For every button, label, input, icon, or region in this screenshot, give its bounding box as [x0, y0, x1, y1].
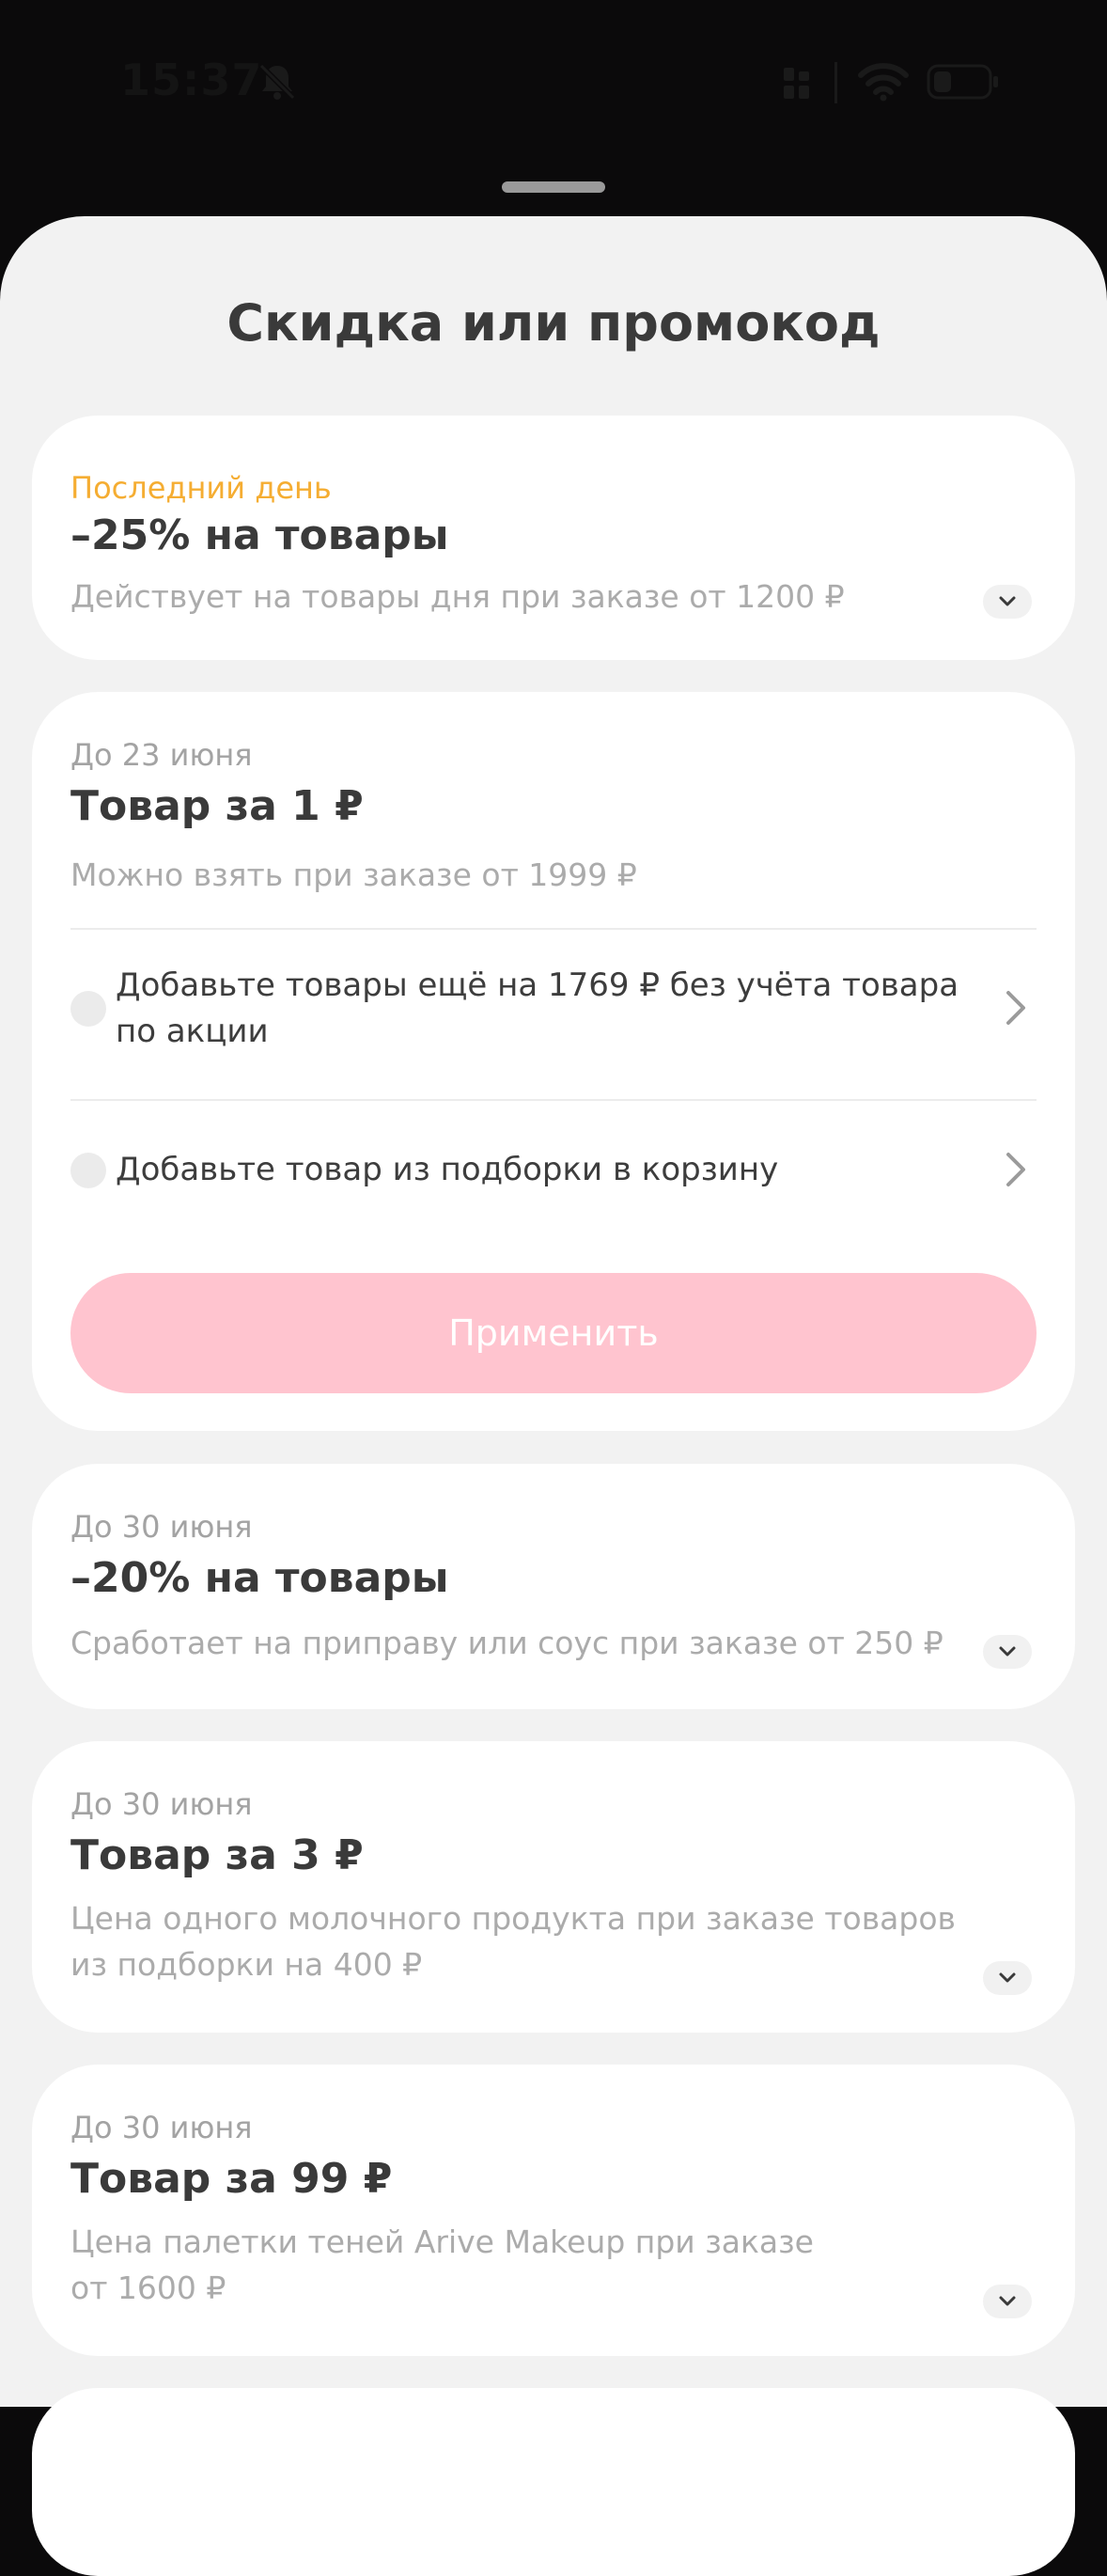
- promo-description: Цена палетки теней Arive Makeup при зака…: [70, 2223, 814, 2306]
- chevron-down-icon: [999, 2296, 1016, 2306]
- promo-heading: Товар за 3 ₽: [70, 1831, 364, 1879]
- promo-sheet: Скидка или промокод Последний день –25% …: [0, 216, 1107, 2576]
- condition-text: Добавьте товары ещё на 1769 ₽ без учёта …: [116, 966, 959, 1050]
- apply-button[interactable]: Применить: [70, 1273, 1037, 1393]
- promo-deadline: До 30 июня: [70, 1509, 253, 1545]
- chevron-down-icon: [999, 596, 1016, 606]
- promo-card-1[interactable]: Последний день –25% на товары Действует …: [32, 416, 1075, 660]
- promo-deadline: До 30 июня: [70, 2110, 253, 2145]
- chevron-right-icon: [1006, 991, 1025, 1025]
- wifi-icon: [858, 63, 909, 102]
- expand-button[interactable]: [983, 585, 1032, 619]
- condition-row-2[interactable]: Добавьте товар из подборки в корзину: [70, 1123, 1037, 1217]
- promo-deadline: Последний день: [70, 470, 332, 506]
- promo-card-2[interactable]: До 23 июня Товар за 1 ₽ Можно взять при …: [32, 692, 1075, 1431]
- promo-card-4[interactable]: До 30 июня Товар за 3 ₽ Цена одного моло…: [32, 1741, 1075, 2033]
- status-bar: 15:37: [0, 0, 1107, 160]
- condition-row-1[interactable]: Добавьте товары ещё на 1769 ₽ без учёта …: [70, 951, 1037, 1074]
- promo-card-5[interactable]: До 30 июня Товар за 99 ₽ Цена палетки те…: [32, 2065, 1075, 2356]
- bell-muted-icon: [258, 63, 296, 101]
- promo-card-3[interactable]: До 30 июня –20% на товары Сработает на п…: [32, 1464, 1075, 1709]
- condition-text: Добавьте товар из подборки в корзину: [116, 1151, 779, 1188]
- promo-heading: Товар за 1 ₽: [70, 782, 364, 830]
- status-divider: [834, 62, 837, 103]
- promo-description: Сработает на приправу или соус при заказ…: [70, 1625, 943, 1661]
- status-time: 15:37: [120, 55, 263, 105]
- condition-status-dot: [70, 1153, 106, 1188]
- promo-heading: –25% на товары: [70, 511, 449, 559]
- sheet-grab-handle[interactable]: [502, 181, 605, 193]
- promo-heading: –20% на товары: [70, 1554, 449, 1602]
- condition-status-dot: [70, 991, 106, 1027]
- expand-button[interactable]: [983, 2285, 1032, 2318]
- divider: [70, 928, 1037, 930]
- chevron-down-icon: [999, 1646, 1016, 1657]
- promo-description: Действует на товары дня при заказе от 12…: [70, 578, 845, 615]
- expand-button[interactable]: [983, 1635, 1032, 1669]
- battery-icon: [927, 64, 998, 100]
- sheet-title: Скидка или промокод: [226, 293, 881, 353]
- divider: [70, 1099, 1037, 1101]
- promo-description: Можно взять при заказе от 1999 ₽: [70, 856, 637, 893]
- chevron-right-icon: [1006, 1153, 1025, 1186]
- grid-icon: [784, 68, 809, 99]
- promo-deadline: До 23 июня: [70, 737, 253, 773]
- promo-description: Цена одного молочного продукта при заказ…: [70, 1900, 956, 1983]
- promo-card-6[interactable]: [32, 2388, 1075, 2576]
- chevron-down-icon: [999, 1972, 1016, 1983]
- promo-heading: Товар за 99 ₽: [70, 2155, 393, 2203]
- promo-deadline: До 30 июня: [70, 1786, 253, 1822]
- expand-button[interactable]: [983, 1961, 1032, 1995]
